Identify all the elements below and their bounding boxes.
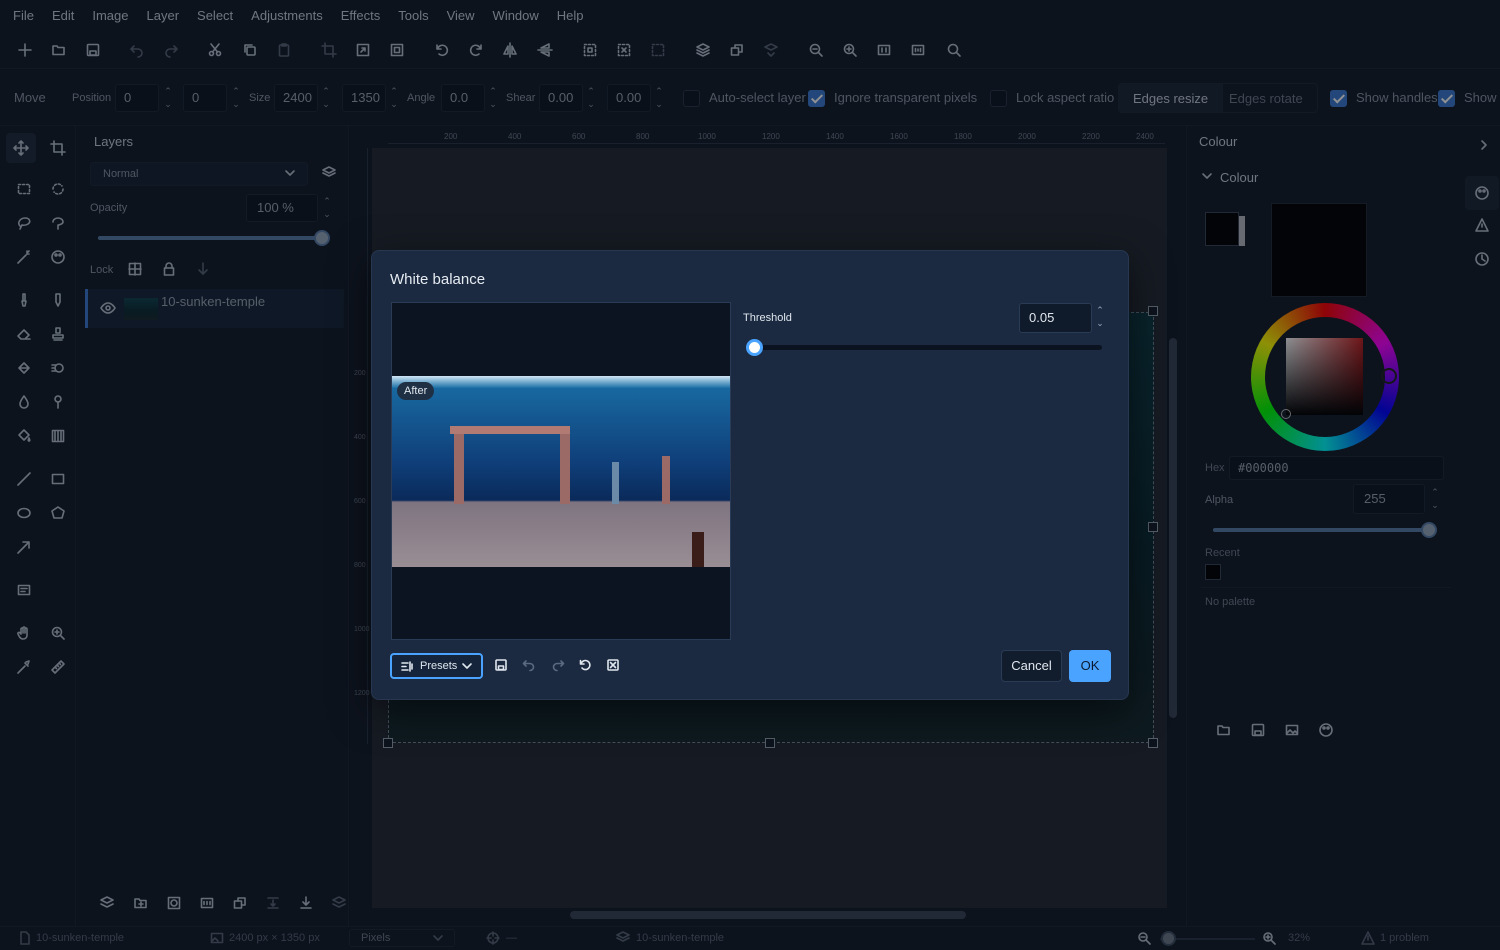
threshold-slider-handle[interactable] (746, 339, 763, 356)
dialog-title: White balance (390, 271, 486, 288)
presets-label: Presets (420, 660, 458, 672)
preview-temple-column (454, 434, 464, 504)
presets-icon (401, 660, 414, 673)
save-preset-icon[interactable] (494, 658, 508, 672)
preview-ruin-pillar (612, 462, 619, 504)
cancel-button[interactable]: Cancel (1001, 650, 1062, 682)
threshold-label: Threshold (743, 312, 792, 324)
threshold-input[interactable]: 0.05 (1019, 303, 1092, 333)
threshold-stepper[interactable]: ⌃ ⌄ (1094, 304, 1106, 330)
preview-pane[interactable]: After (391, 302, 731, 640)
preview-ruin-block (692, 532, 704, 567)
ok-button[interactable]: OK (1069, 650, 1111, 682)
white-balance-dialog: White balance After Threshold 0.05 ⌃ ⌄ Pr… (371, 250, 1129, 700)
threshold-slider[interactable] (746, 339, 1102, 356)
preview-surface (392, 376, 730, 388)
compare-icon[interactable] (606, 658, 620, 672)
reset-icon[interactable] (578, 658, 592, 672)
preview-temple-column (560, 434, 570, 504)
preview-image (392, 376, 730, 567)
preview-temple-lintel (450, 426, 570, 434)
undo-icon[interactable] (522, 658, 536, 672)
preview-ruin-pillar (662, 456, 670, 504)
redo-icon[interactable] (551, 658, 565, 672)
presets-button[interactable]: Presets (390, 653, 483, 679)
preview-after-badge: After (397, 382, 435, 400)
chevron-down-icon (460, 659, 474, 673)
